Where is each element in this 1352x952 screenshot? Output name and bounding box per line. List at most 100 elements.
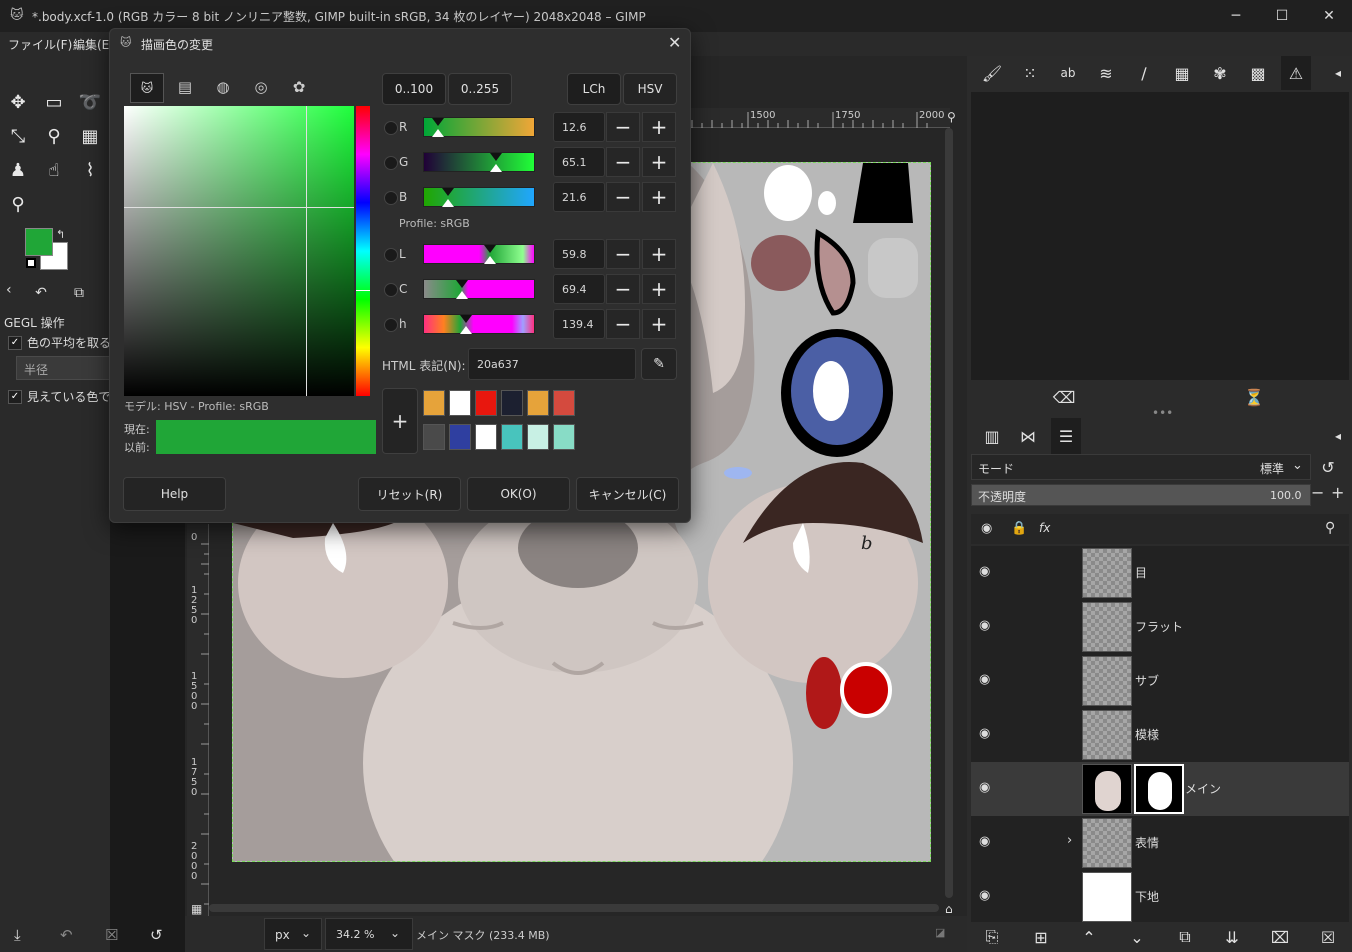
- eye-icon[interactable]: ◉: [979, 726, 990, 741]
- channel-l-decrease-button[interactable]: −: [606, 239, 640, 269]
- dynamics-tab-icon[interactable]: ≋: [1091, 58, 1121, 88]
- layer-row[interactable]: ◉ サブ: [971, 654, 1349, 708]
- clear-icon[interactable]: ⌫: [1049, 382, 1079, 412]
- zoom-select[interactable]: 34.2 % ⌄: [325, 918, 413, 950]
- palette-selector-tab[interactable]: ✿: [282, 73, 316, 103]
- layer-row[interactable]: ◉ › 表情: [971, 816, 1349, 870]
- channel-g-radio[interactable]: [384, 156, 398, 170]
- warp-tool-icon[interactable]: ⚲: [40, 122, 68, 150]
- channel-b-increase-button[interactable]: +: [642, 182, 676, 212]
- composite-mode-icon[interactable]: ↺: [1313, 452, 1343, 482]
- color-picker-button[interactable]: ✎: [641, 348, 677, 380]
- channel-c-slider[interactable]: [423, 279, 535, 299]
- layer-row[interactable]: ◉ 目: [971, 546, 1349, 600]
- history-swatch[interactable]: [527, 424, 549, 450]
- range-0-255-button[interactable]: 0..255: [448, 73, 512, 105]
- zoom-icon[interactable]: ⚲: [947, 110, 956, 124]
- eye-icon[interactable]: ◉: [979, 780, 990, 795]
- reset-button[interactable]: リセット(R): [358, 477, 461, 511]
- expand-icon[interactable]: ›: [1067, 833, 1072, 848]
- paths-tab-icon[interactable]: ⋈: [1013, 421, 1043, 451]
- close-window-button[interactable]: ✕: [1306, 0, 1352, 32]
- opacity-slider[interactable]: 不透明度 100.0: [971, 484, 1311, 506]
- history-swatch[interactable]: [423, 424, 445, 450]
- checker-tab-icon[interactable]: ▩: [1243, 58, 1273, 88]
- help-button[interactable]: Help: [123, 477, 226, 511]
- channel-h-radio[interactable]: [384, 318, 398, 332]
- crop-tool-icon[interactable]: ⤡: [4, 122, 32, 150]
- channel-g-decrease-button[interactable]: −: [606, 147, 640, 177]
- quick-mask-icon[interactable]: ▦: [191, 902, 202, 916]
- channel-r-decrease-button[interactable]: −: [606, 112, 640, 142]
- eye-icon[interactable]: ◉: [979, 888, 990, 903]
- default-colors-icon[interactable]: [26, 258, 36, 268]
- foreground-color-swatch[interactable]: [25, 228, 53, 256]
- visible-checkbox[interactable]: ✓: [8, 390, 22, 404]
- panel-menu-icon[interactable]: ◂: [1323, 421, 1352, 451]
- channels-tab-icon[interactable]: ▥: [977, 421, 1007, 451]
- history-swatch[interactable]: [501, 424, 523, 450]
- text-tab-icon[interactable]: ab: [1053, 58, 1083, 88]
- channel-h-slider[interactable]: [423, 314, 535, 334]
- opacity-increase-icon[interactable]: +: [1331, 483, 1344, 502]
- channel-h-increase-button[interactable]: +: [642, 309, 676, 339]
- butterfly-tab-icon[interactable]: ✾: [1205, 58, 1235, 88]
- maximize-button[interactable]: ☐: [1259, 0, 1305, 32]
- hsv-button[interactable]: HSV: [623, 73, 677, 105]
- rect-select-tool-icon[interactable]: ▭: [40, 88, 68, 116]
- path-tool-icon[interactable]: ⌇: [76, 156, 104, 184]
- channel-h-value[interactable]: 139.4: [553, 309, 605, 339]
- add-to-history-button[interactable]: +: [382, 388, 418, 454]
- saturation-value-square[interactable]: [124, 106, 354, 396]
- new-group-icon[interactable]: ⊞: [1026, 922, 1056, 952]
- reset-preset-icon[interactable]: ↺: [150, 926, 163, 944]
- ok-button[interactable]: OK(O): [467, 477, 570, 511]
- history-swatch[interactable]: [527, 390, 549, 416]
- history-swatch[interactable]: [475, 424, 497, 450]
- menu-file[interactable]: ファイル(F): [8, 36, 72, 53]
- duplicate-layer-icon[interactable]: ⧉: [1170, 922, 1200, 952]
- delete-preset-icon[interactable]: ☒: [105, 926, 118, 944]
- vertical-scrollbar[interactable]: [945, 128, 953, 898]
- merge-layer-icon[interactable]: ⇊: [1217, 922, 1247, 952]
- history-swatch[interactable]: [501, 390, 523, 416]
- history-swatch[interactable]: [449, 390, 471, 416]
- layer-row[interactable]: ◉ 模様: [971, 708, 1349, 762]
- channel-b-value[interactable]: 21.6: [553, 182, 605, 212]
- navigate-icon[interactable]: ⌂: [945, 902, 953, 916]
- horizontal-scrollbar[interactable]: [209, 904, 939, 912]
- undo-history-tab-icon[interactable]: ↶: [28, 280, 54, 306]
- new-layer-icon[interactable]: ⎘: [977, 922, 1007, 952]
- channel-b-radio[interactable]: [384, 191, 398, 205]
- history-swatch[interactable]: [553, 390, 575, 416]
- brushes-tab-icon[interactable]: 🖌: [977, 58, 1007, 88]
- move-tool-icon[interactable]: ✥: [4, 88, 32, 116]
- watercolor-selector-tab[interactable]: ◍: [206, 73, 240, 103]
- pattern-tab-icon[interactable]: ▦: [1167, 58, 1197, 88]
- channel-c-radio[interactable]: [384, 283, 398, 297]
- channel-r-slider[interactable]: [423, 117, 535, 137]
- swap-colors-icon[interactable]: ↰: [56, 228, 65, 241]
- gimp-selector-tab[interactable]: 🐱: [130, 73, 164, 103]
- layer-row[interactable]: ◉ 下地: [971, 870, 1349, 922]
- channel-c-increase-button[interactable]: +: [642, 274, 676, 304]
- grid-tab-icon[interactable]: ⁙: [1015, 58, 1045, 88]
- lower-layer-icon[interactable]: ⌄: [1122, 922, 1152, 952]
- minimize-button[interactable]: ─: [1213, 0, 1259, 32]
- search-icon[interactable]: ⚲: [1325, 520, 1335, 536]
- history-swatch[interactable]: [553, 424, 575, 450]
- average-checkbox[interactable]: ✓: [8, 336, 22, 350]
- zoom-tool-icon[interactable]: ⚲: [4, 190, 32, 218]
- wheel-selector-tab[interactable]: ◎: [244, 73, 278, 103]
- eye-icon[interactable]: ◉: [979, 564, 990, 579]
- eye-icon[interactable]: ◉: [979, 834, 990, 849]
- mask-layer-icon[interactable]: ⌧: [1265, 922, 1295, 952]
- channel-b-decrease-button[interactable]: −: [606, 182, 640, 212]
- filter-icon[interactable]: ⏳: [1239, 382, 1269, 412]
- html-notation-input[interactable]: 20a637: [468, 348, 636, 380]
- channel-r-radio[interactable]: [384, 121, 398, 135]
- pattern-tool-icon[interactable]: ▦: [76, 122, 104, 150]
- history-swatch[interactable]: [449, 424, 471, 450]
- channel-g-increase-button[interactable]: +: [642, 147, 676, 177]
- channel-r-value[interactable]: 12.6: [553, 112, 605, 142]
